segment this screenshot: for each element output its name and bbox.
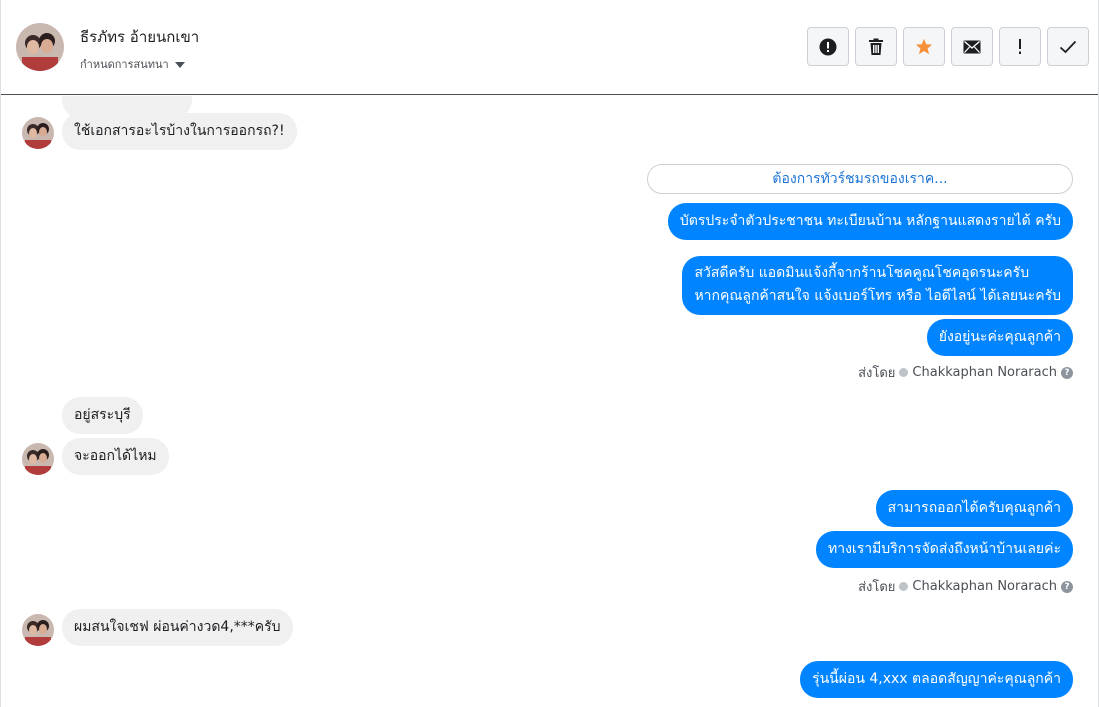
conversation-toolbar xyxy=(807,27,1089,66)
trash-icon xyxy=(869,38,883,55)
message-text: บัตรประจำตัวประชาชน ทะเบียนบ้าน หลักฐานแ… xyxy=(679,213,1061,229)
spam-button[interactable] xyxy=(999,27,1041,66)
contact-avatar-small[interactable] xyxy=(22,443,54,475)
message-bubble-outgoing[interactable]: บัตรประจำตัวประชาชน ทะเบียนบ้าน หลักฐานแ… xyxy=(667,203,1073,240)
mark-unread-button[interactable] xyxy=(951,27,993,66)
envelope-icon xyxy=(963,40,981,53)
quick-reply-label: ต้องการทัวร์ชมรถของเราค... xyxy=(772,171,948,187)
conversation-status-label: กำหนดการสนทนา xyxy=(80,58,169,71)
message-text: จะออกได้ไหม xyxy=(74,448,157,464)
message-text-line: สวัสดีครับ แอดมินแจ้งกี้จากร้านโชคคูณโชค… xyxy=(694,265,1030,281)
message-text: สามารถออกได้ครับคุณลูกค้า xyxy=(887,500,1061,516)
message-bubble-outgoing[interactable]: ยังอยู่นะค่ะคุณลูกค้า xyxy=(926,319,1073,356)
caret-down-icon xyxy=(174,61,185,68)
message-bubble-incoming[interactable]: ใช้เอกสารอะไรบ้างในการออกรถ?! xyxy=(62,113,297,150)
quick-reply-chip[interactable]: ต้องการทัวร์ชมรถของเราค... xyxy=(647,164,1073,194)
message-text: ผมสนใจเชฟ ผ่อนค่างวด4,***ครับ xyxy=(74,619,281,635)
message-bubble-outgoing[interactable]: สวัสดีครับ แอดมินแจ้งกี้จากร้านโชคคูณโชค… xyxy=(682,256,1073,315)
contact-avatar[interactable] xyxy=(16,23,64,71)
sender-name: Chakkaphan Norarach xyxy=(912,365,1057,380)
message-text: ยังอยู่นะค่ะคุณลูกค้า xyxy=(938,329,1061,345)
sent-by-label: ส่งโดย Chakkaphan Norarach ? xyxy=(858,576,1073,597)
sent-by-prefix: ส่งโดย xyxy=(858,580,896,595)
mark-done-button[interactable] xyxy=(1047,27,1089,66)
report-button[interactable] xyxy=(807,27,849,66)
sent-check-icon xyxy=(899,368,909,377)
message-text: รุ่นนี้ผ่อน 4,xxx ตลอดสัญญาค่ะคุณลูกค้า xyxy=(812,671,1061,687)
star-button[interactable] xyxy=(903,27,945,66)
star-icon xyxy=(915,38,933,54)
message-text: … xyxy=(74,96,88,107)
message-text: ใช้เอกสารอะไรบ้างในการออกรถ?! xyxy=(74,123,285,139)
messenger-window: ธีรภัทร อ้ายนกเขา กำหนดการสนทนา … ใช้เอก… xyxy=(0,0,1099,707)
sent-by-label: ส่งโดย Chakkaphan Norarach ? xyxy=(858,362,1073,383)
help-icon[interactable]: ? xyxy=(1061,580,1073,593)
message-text: อยู่สระบุรี xyxy=(74,407,131,423)
alert-circle-icon xyxy=(819,38,837,55)
message-bubble-incoming[interactable]: จะออกได้ไหม xyxy=(62,438,169,475)
contact-avatar-small[interactable] xyxy=(22,614,54,646)
message-bubble-outgoing[interactable]: ทางเรามีบริการจัดส่งถึงหน้าบ้านเลยค่ะ xyxy=(815,531,1073,568)
message-text: ทางเรามีบริการจัดส่งถึงหน้าบ้านเลยค่ะ xyxy=(827,541,1061,557)
exclamation-icon xyxy=(1019,38,1021,54)
delete-button[interactable] xyxy=(855,27,897,66)
message-bubble-incoming[interactable]: ผมสนใจเชฟ ผ่อนค่างวด4,***ครับ xyxy=(62,609,293,646)
help-icon[interactable]: ? xyxy=(1061,366,1073,379)
check-icon xyxy=(1059,40,1077,53)
contact-avatar-small[interactable] xyxy=(22,117,54,149)
sent-check-icon xyxy=(899,582,909,591)
message-text-line: หากคุณลูกค้าสนใจ แจ้งเบอร์โทร หรือ ไอดีไ… xyxy=(694,288,1061,304)
message-thread[interactable]: … ใช้เอกสารอะไรบ้างในการออกรถ?! ต้องการท… xyxy=(1,96,1098,707)
contact-name: ธีรภัทร อ้ายนกเขา xyxy=(80,28,200,46)
message-bubble-outgoing[interactable]: รุ่นนี้ผ่อน 4,xxx ตลอดสัญญาค่ะคุณลูกค้า xyxy=(800,661,1073,698)
message-bubble-incoming[interactable]: อยู่สระบุรี xyxy=(62,397,143,434)
sent-by-prefix: ส่งโดย xyxy=(858,366,896,381)
conversation-status-dropdown[interactable]: กำหนดการสนทนา xyxy=(80,55,185,73)
conversation-header: ธีรภัทร อ้ายนกเขา กำหนดการสนทนา xyxy=(1,0,1098,95)
message-bubble-outgoing[interactable]: สามารถออกได้ครับคุณลูกค้า xyxy=(875,490,1073,527)
sender-name: Chakkaphan Norarach xyxy=(912,579,1057,594)
